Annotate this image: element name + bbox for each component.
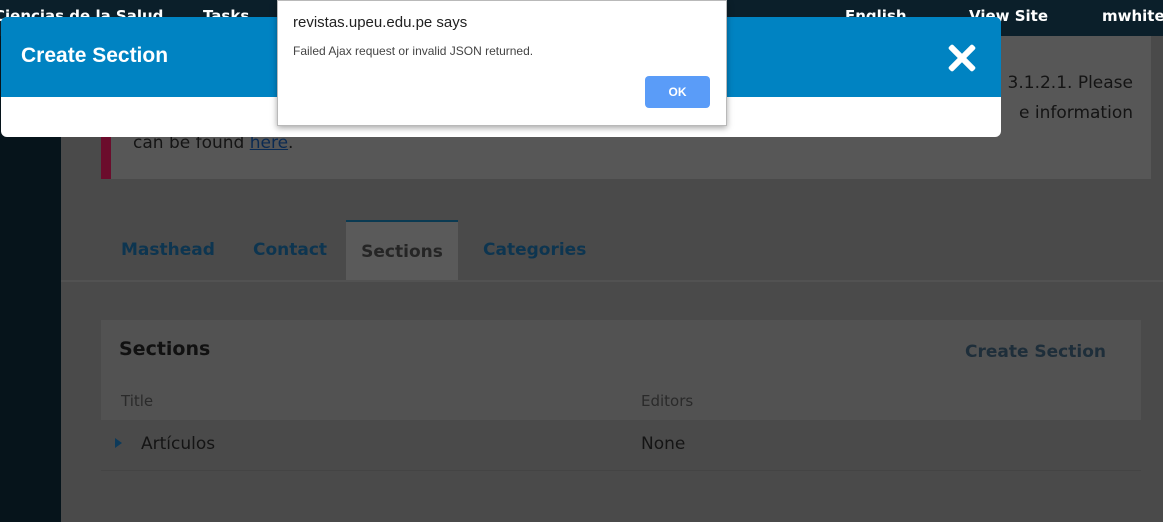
column-header-title: Title	[121, 392, 154, 410]
tab-contact[interactable]: Contact	[253, 220, 327, 280]
column-header-editors: Editors	[641, 392, 694, 410]
create-section-link[interactable]: Create Section	[965, 342, 1106, 362]
table-row: Artículos None	[101, 420, 1141, 471]
sections-panel-title: Sections	[119, 338, 211, 360]
tab-sections[interactable]: Sections	[346, 220, 458, 282]
tabs-divider	[61, 280, 1163, 282]
tab-categories[interactable]: Categories	[483, 220, 586, 280]
alert-title: revistas.upeu.edu.pe says	[293, 14, 468, 31]
expand-row-icon[interactable]	[115, 438, 122, 448]
ok-button[interactable]: OK	[645, 76, 710, 108]
section-editors-cell: None	[641, 434, 686, 454]
modal-title: Create Section	[21, 44, 169, 67]
alert-message: Failed Ajax request or invalid JSON retu…	[293, 44, 534, 58]
browser-alert-dialog: revistas.upeu.edu.pe says Failed Ajax re…	[277, 0, 727, 126]
tab-masthead[interactable]: Masthead	[121, 220, 215, 280]
close-icon[interactable]	[940, 39, 984, 77]
section-title-cell: Artículos	[141, 434, 216, 454]
sections-panel: Sections Create Section Title Editors Ar…	[101, 320, 1141, 471]
user-menu[interactable]: mwhite	[1102, 7, 1163, 25]
